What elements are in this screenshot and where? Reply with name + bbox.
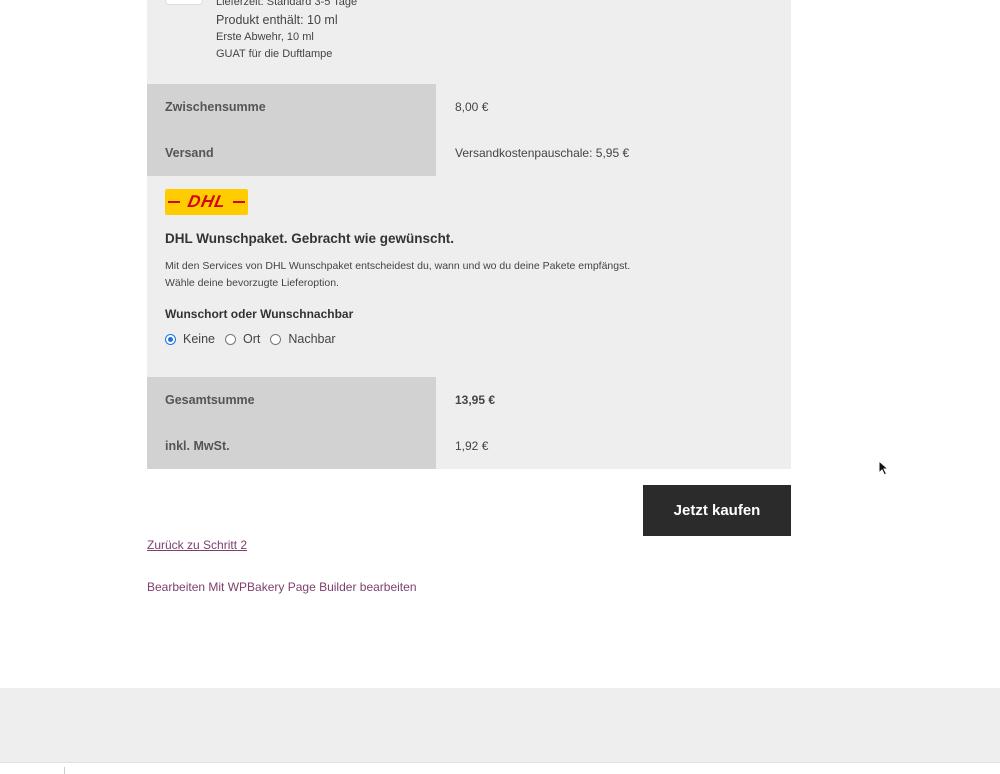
shipping-value: Versandkostenpauschale: 5,95 € [436,130,791,176]
shipping-row: Versand Versandkostenpauschale: 5,95 € [147,130,791,176]
footer-bottom-bar [0,762,1000,774]
product-line-1: Erste Abwehr, 10 ml [216,31,314,43]
edit-links: Bearbeiten Mit WPBakery Page Builder bea… [147,580,417,594]
option-nachbar-label: Nachbar [288,332,336,346]
dhl-description-line-2: Wähle deine bevorzugte Lieferoption. [165,277,339,289]
radio-nachbar[interactable] [270,333,282,345]
buy-now-button[interactable]: Jetzt kaufen [643,485,791,536]
total-label: Gesamtsumme [147,377,436,423]
back-to-step-2-link[interactable]: Zurück zu Schritt 2 [147,538,247,552]
footer-divider [64,767,65,774]
option-ort-label: Ort [242,332,261,346]
dhl-logo: DHL [165,189,248,215]
total-row: Gesamtsumme 13,95 € [147,377,791,423]
total-value: 13,95 € [436,377,791,423]
mouse-cursor-icon [878,460,890,476]
radio-keine[interactable] [165,333,176,345]
dhl-option-group: Keine Ort Nachbar [165,332,346,346]
subtotal-label: Zwischensumme [147,84,436,130]
dhl-logo-text: DHL [185,192,228,211]
dhl-title: DHL Wunschpaket. Gebracht wie gewünscht. [165,231,455,246]
product-thumbnail [165,0,203,5]
product-details: Lieferzeit: Standard 3-5 Tage Produkt en… [147,0,791,84]
tax-row: inkl. MwSt. 1,92 € [147,423,791,469]
product-line-2: GUAT für die Duftlampe [216,48,333,60]
option-keine[interactable]: Keine [165,332,215,346]
wpbakery-edit-link[interactable]: Mit WPBakery Page Builder bearbeiten [208,580,416,594]
footer [0,688,1000,762]
option-keine-label: Keine [183,332,215,346]
option-nachbar[interactable]: Nachbar [270,332,336,346]
dhl-option-heading: Wunschort oder Wunschnachbar [165,307,354,321]
dhl-description: Mit den Services von DHL Wunschpaket ent… [165,258,725,292]
subtotal-value: 8,00 € [436,84,791,130]
radio-ort[interactable] [224,333,236,345]
option-ort[interactable]: Ort [224,332,261,346]
product-info: Lieferzeit: Standard 3-5 Tage Produkt en… [216,0,357,63]
subtotal-row: Zwischensumme 8,00 € [147,84,791,130]
tax-value: 1,92 € [436,423,791,469]
dhl-wunschpaket-section: DHL DHL Wunschpaket. Gebracht wie gewüns… [147,176,791,377]
shipping-label: Versand [147,130,436,176]
product-contains: Produkt enthält: 10 ml [216,13,338,27]
tax-label: inkl. MwSt. [147,423,436,469]
delivery-time: Lieferzeit: Standard 3-5 Tage [216,0,358,8]
order-review: Lieferzeit: Standard 3-5 Tage Produkt en… [147,0,791,469]
dhl-description-line-1: Mit den Services von DHL Wunschpaket ent… [165,260,631,272]
edit-link[interactable]: Bearbeiten [147,580,205,594]
